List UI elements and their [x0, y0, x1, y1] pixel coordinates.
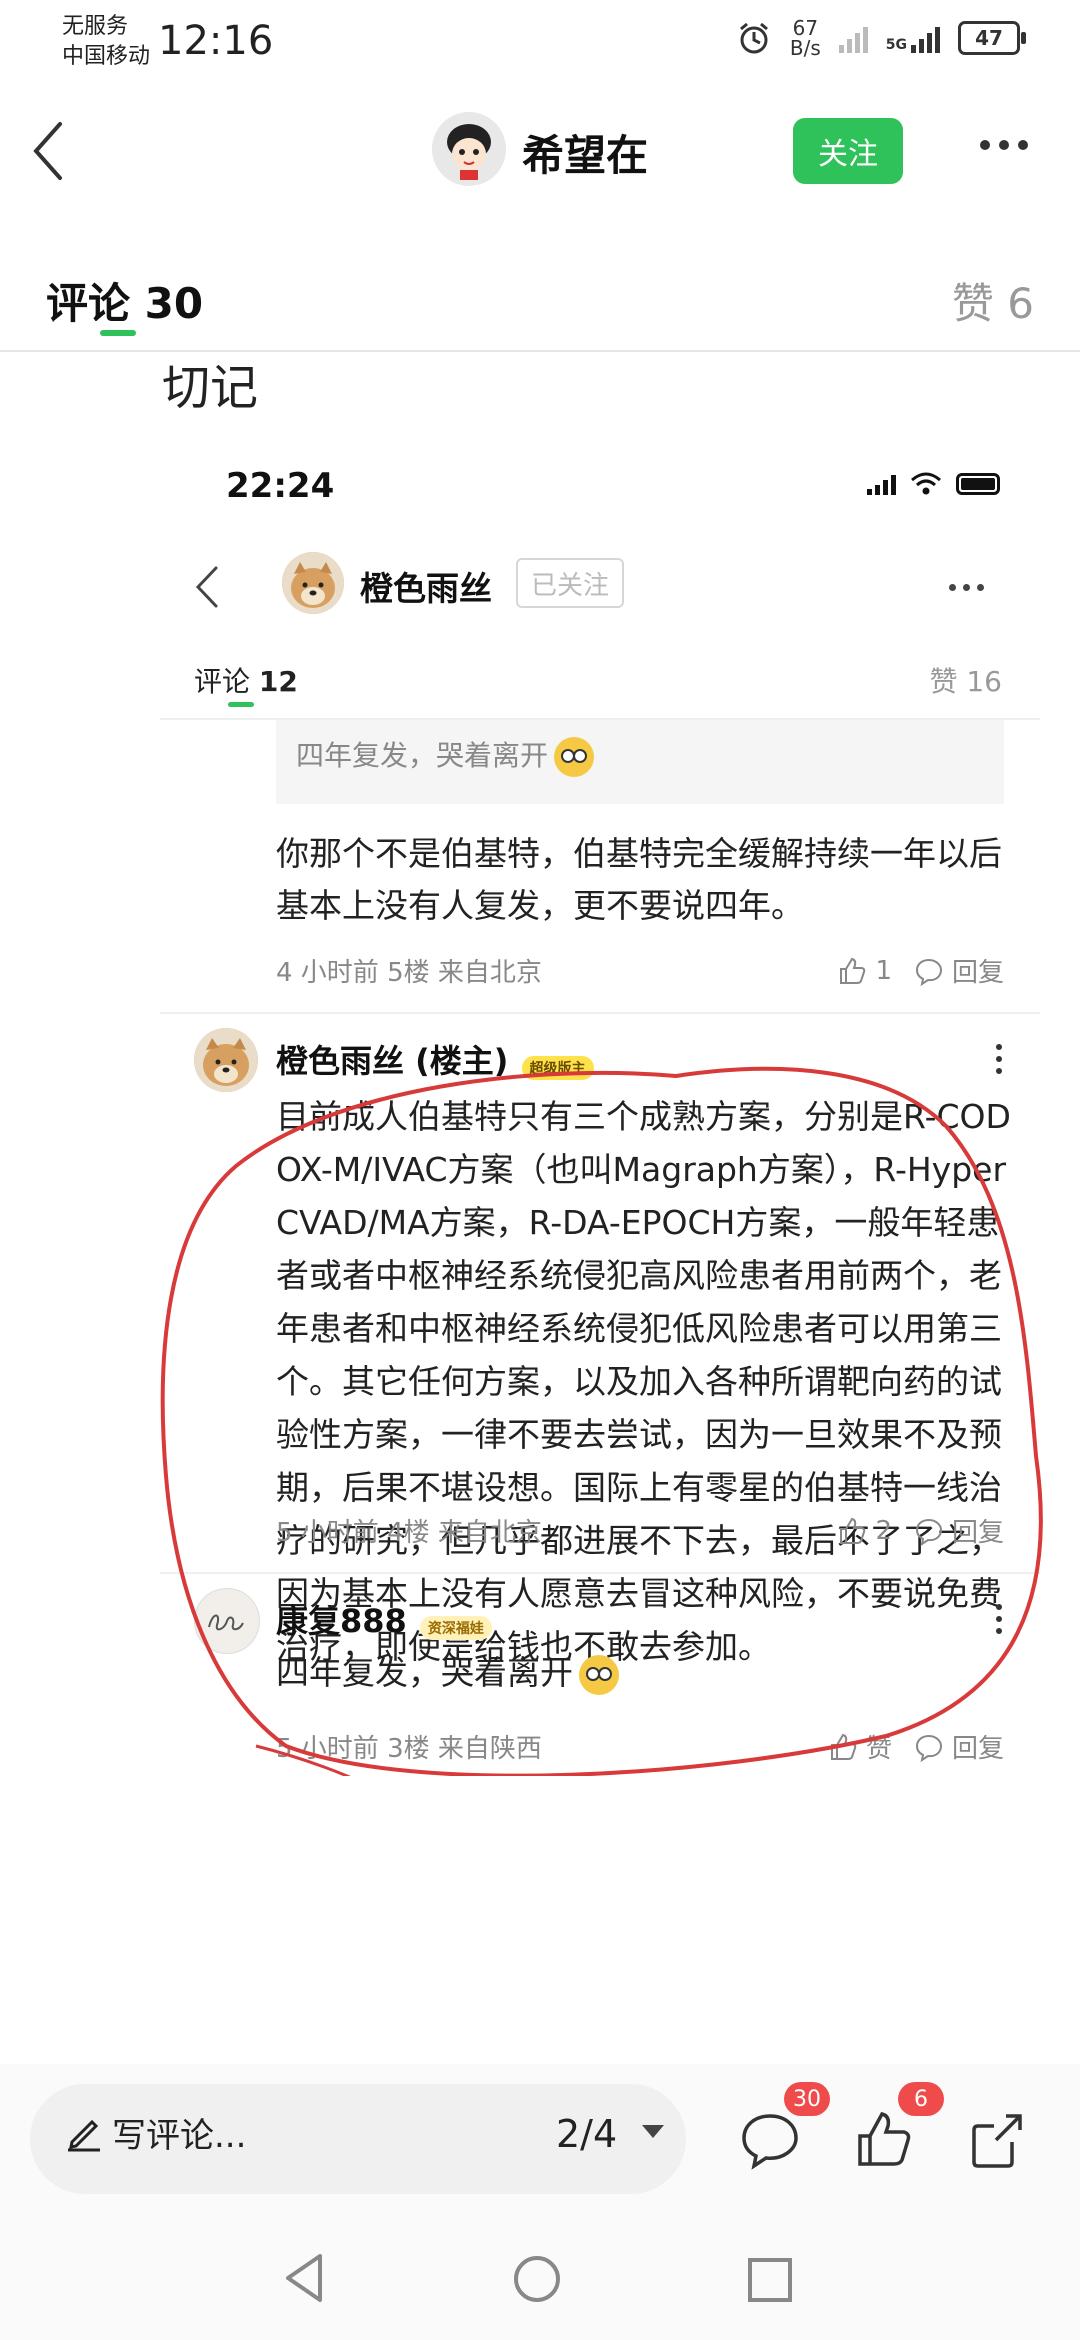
- embedded-more-icon: [949, 584, 984, 591]
- tab-likes-count: 6: [1007, 279, 1034, 328]
- caret-down-icon[interactable]: [640, 2122, 666, 2140]
- follow-button[interactable]: 关注: [793, 118, 903, 184]
- battery-icon: 47: [958, 21, 1026, 55]
- pencil-icon: [68, 2119, 100, 2152]
- tab-likes-label: 赞: [951, 279, 994, 328]
- more-icon[interactable]: [980, 140, 1028, 150]
- tab-comments-count: 30: [144, 279, 204, 328]
- dog-avatar-icon: [282, 552, 344, 614]
- embedded-status-time: 22:24: [226, 466, 335, 506]
- share-icon[interactable]: [966, 2108, 1030, 2172]
- embedded-signal-icon: [867, 473, 896, 495]
- status-time: 12:16: [158, 18, 274, 64]
- embedded-avatar: [282, 552, 344, 614]
- embedded-tab-comments-label: 评论: [194, 665, 251, 698]
- reply-reply-action: 回复: [914, 952, 1004, 989]
- post-text: 切记: [162, 360, 259, 416]
- tab-comments[interactable]: 评论 30: [46, 270, 203, 331]
- avatar-cartoon-icon: [432, 112, 506, 186]
- like-icon[interactable]: [852, 2108, 916, 2172]
- tab-comments-label: 评论: [46, 279, 131, 328]
- avatar[interactable]: [432, 112, 506, 186]
- reply-like-action: 1: [837, 956, 892, 986]
- embedded-tab-comments-count: 12: [258, 665, 298, 698]
- signal-bars-icon: [911, 23, 940, 53]
- tab-active-indicator: [100, 330, 136, 336]
- quote-text: 四年复发，哭着离开: [296, 734, 595, 777]
- comment-bubble-icon: [915, 958, 942, 986]
- embedded-battery-icon: [956, 473, 1000, 495]
- net-speed: 67 B/s: [789, 16, 821, 60]
- profile-name: 希望在: [522, 131, 649, 180]
- alarm-icon: [739, 22, 768, 54]
- system-home-icon[interactable]: [514, 2256, 560, 2302]
- wifi-icon: [911, 472, 941, 495]
- system-recents-icon[interactable]: [748, 2258, 792, 2302]
- comment-count-badge: 30: [784, 2082, 830, 2116]
- thumbs-up-icon: [840, 957, 866, 984]
- embedded-tab-likes: 赞 16: [929, 665, 1002, 698]
- comment-icon[interactable]: [738, 2108, 802, 2172]
- embedded-tab-indicator: [228, 702, 254, 707]
- system-back-icon[interactable]: [282, 2252, 326, 2304]
- signal-empty-icon: [838, 23, 868, 53]
- carrier-info: 无服务 中国移动: [62, 12, 150, 72]
- embedded-user-name: 橙色雨丝: [360, 569, 492, 608]
- embedded-back-arrow-icon: [195, 566, 218, 608]
- reply-meta: 4 小时前 5楼 来自北京: [276, 952, 542, 989]
- separator: [160, 1012, 1040, 1014]
- reply-reply-label: 回复: [951, 958, 1004, 988]
- status-icons: 67 B/s 5G 47: [736, 16, 1026, 60]
- embedded-status-icons: [867, 472, 1000, 496]
- reply-floor: 5楼: [387, 958, 430, 988]
- comment-placeholder: 写评论...: [112, 2116, 247, 2156]
- reply-location: 来自北京: [437, 958, 542, 988]
- reply-time: 4 小时前: [276, 958, 379, 988]
- embedded-tab-comments: 评论 12: [194, 660, 298, 700]
- carrier-line-1: 无服务: [62, 14, 129, 39]
- tab-likes[interactable]: 赞 6: [952, 270, 1034, 331]
- carrier-line-2: 中国移动: [62, 44, 151, 69]
- back-arrow-icon[interactable]: [28, 116, 68, 186]
- like-count-badge: 6: [898, 2082, 944, 2116]
- embedded-followed-button: 已关注: [516, 558, 624, 608]
- crying-emoji-icon: [554, 737, 595, 777]
- reply-like-count: 1: [875, 955, 892, 986]
- reply-actions: 1 回复: [837, 952, 1004, 989]
- reply-text: 你那个不是伯基特，伯基特完全缓解持续一年以后基本上没有人复发，更不要说四年。: [276, 834, 1002, 925]
- page-indicator[interactable]: 2/4: [556, 2112, 617, 2156]
- red-annotation-circle: [160, 1066, 1043, 1776]
- signal-5g: 5G: [886, 23, 940, 53]
- battery-level: 47: [975, 26, 1003, 50]
